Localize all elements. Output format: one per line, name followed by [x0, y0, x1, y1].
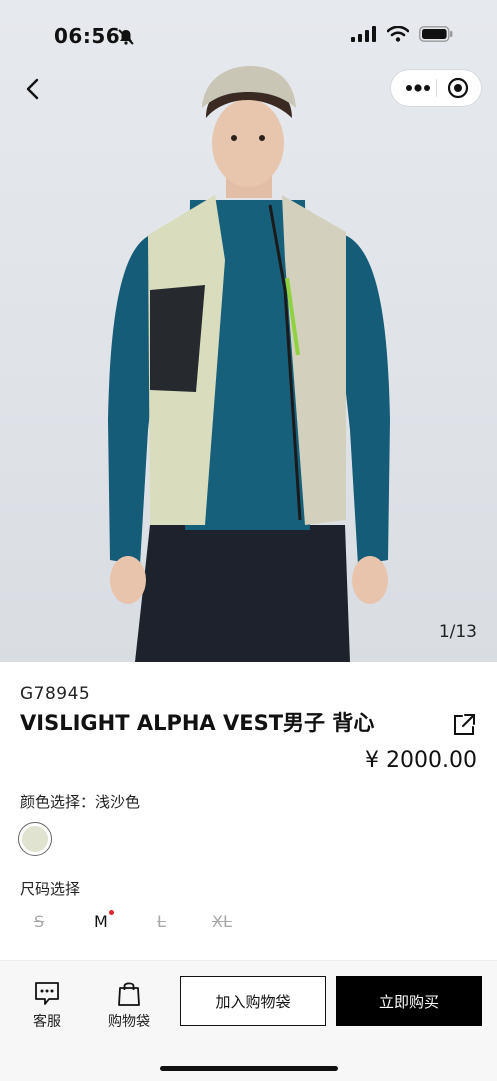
bottom-action-bar: 客服 购物袋 加入购物袋 立即购买: [0, 960, 497, 1081]
shopping-bag-label: 购物袋: [108, 1014, 150, 1030]
size-selected-dot: [108, 910, 114, 915]
status-bar: 06:56: [0, 0, 497, 70]
chat-bubble-icon: [35, 982, 59, 1005]
buy-now-button[interactable]: 立即购买: [336, 976, 482, 1026]
product-title: VISLIGHT ALPHA VEST男子 背心: [20, 711, 375, 735]
wifi-icon: [387, 26, 409, 42]
size-option-l[interactable]: L: [157, 912, 166, 931]
size-option-m-label: M: [94, 912, 108, 931]
more-options-icon[interactable]: [405, 80, 431, 96]
product-price: ¥ 2000.00: [365, 748, 477, 773]
home-indicator[interactable]: [160, 1066, 338, 1071]
add-to-cart-button[interactable]: 加入购物袋: [180, 976, 326, 1026]
shopping-bag-button[interactable]: 购物袋: [99, 979, 159, 1031]
size-option-s[interactable]: S: [34, 912, 44, 931]
mute-bell-icon: [118, 29, 134, 45]
status-icons: [351, 26, 453, 42]
chevron-left-icon: [26, 78, 39, 100]
size-selection-label: 尺码选择: [20, 880, 81, 898]
color-swatch-light-sand[interactable]: [18, 822, 52, 856]
size-options: S M L XL: [0, 910, 300, 938]
product-sku: G78945: [20, 684, 91, 704]
share-button[interactable]: [451, 712, 477, 738]
capsule-divider: [436, 79, 437, 97]
close-miniprogram-icon[interactable]: [447, 77, 469, 99]
back-button[interactable]: [18, 74, 48, 104]
share-icon: [454, 714, 475, 735]
swatch-fill: [22, 826, 48, 852]
status-time: 06:56: [54, 24, 121, 48]
miniprogram-capsule: [391, 70, 481, 106]
battery-icon: [419, 26, 453, 42]
customer-service-label: 客服: [33, 1014, 61, 1030]
size-option-m[interactable]: M: [94, 910, 114, 931]
customer-service-button[interactable]: 客服: [17, 979, 77, 1031]
shopping-bag-icon: [118, 982, 140, 1006]
signal-icon: [351, 26, 376, 42]
color-selection-label: 颜色选择：浅沙色: [20, 793, 141, 811]
size-option-xl[interactable]: XL: [212, 912, 232, 931]
image-counter: 1/13: [438, 622, 477, 642]
